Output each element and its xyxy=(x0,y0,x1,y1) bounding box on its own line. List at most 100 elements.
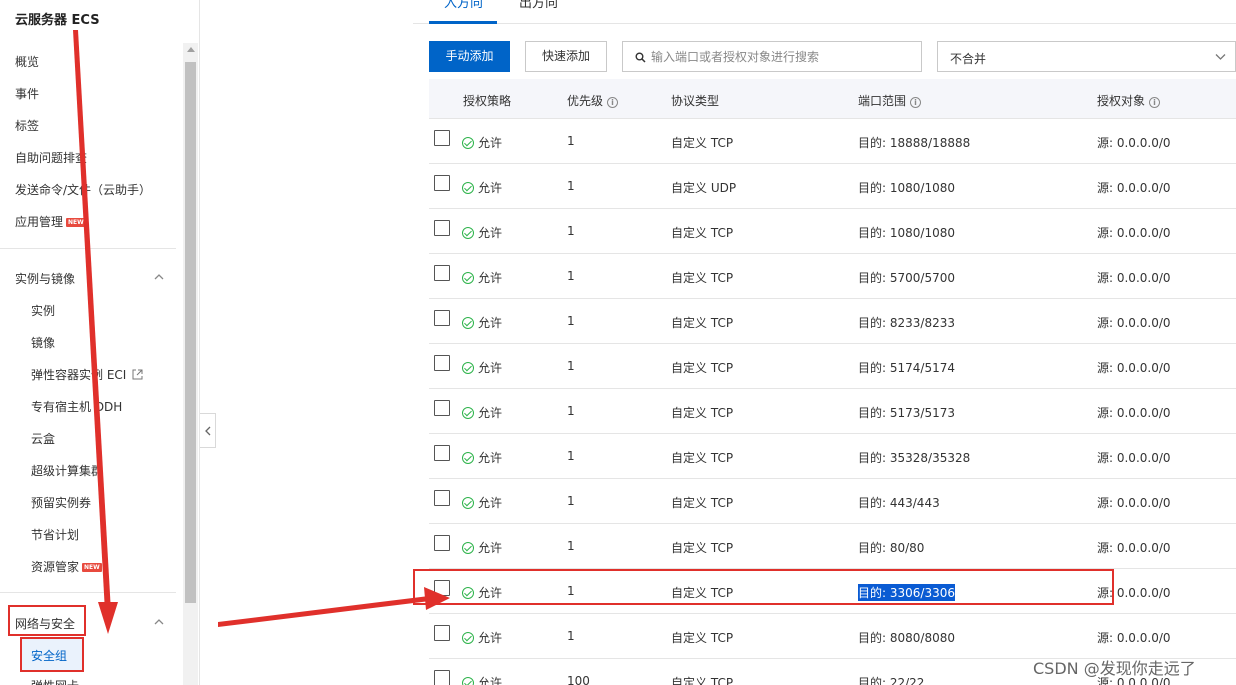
search-box xyxy=(622,41,922,72)
row-checkbox[interactable] xyxy=(434,130,450,146)
sidebar-item-resource-manager[interactable]: 资源管家 NEW xyxy=(31,558,102,575)
sidebar-divider xyxy=(0,248,176,249)
auth-object-cell: 源: 0.0.0.0/0 xyxy=(1097,136,1171,150)
sidebar-item-cloudbox[interactable]: 云盒 xyxy=(31,430,55,447)
sidebar-scrollbar-thumb[interactable] xyxy=(185,62,196,603)
sidebar-item-app-management[interactable]: 应用管理 NEW xyxy=(15,213,86,230)
policy-cell: 允许 xyxy=(462,539,502,556)
table-row: 允许 1 自定义 TCP 目的: 5173/5173 源: 0.0.0.0/0 xyxy=(429,389,1236,434)
watermark: CSDN @发现你走远了 xyxy=(1033,659,1196,678)
port-range-cell: 目的: 443/443 xyxy=(858,496,940,510)
column-header-label: 优先级 xyxy=(567,94,604,108)
check-circle-icon xyxy=(462,497,474,509)
auth-object-cell: 源: 0.0.0.0/0 xyxy=(1097,451,1171,465)
scroll-up-arrow-icon[interactable] xyxy=(187,47,195,52)
table-row: 允许 1 自定义 TCP 目的: 18888/18888 源: 0.0.0.0/0 xyxy=(429,119,1236,164)
column-header-priority: 优先级 i xyxy=(567,92,619,109)
check-circle-icon xyxy=(462,362,474,374)
priority-cell: 1 xyxy=(567,539,575,553)
chevron-up-icon[interactable] xyxy=(154,272,164,282)
port-range-cell: 目的: 22/22 xyxy=(858,676,925,685)
merge-select[interactable]: 不合并 xyxy=(937,41,1236,72)
policy-cell: 允许 xyxy=(462,449,502,466)
sidebar-item-overview[interactable]: 概览 xyxy=(15,53,39,70)
chevron-up-icon[interactable] xyxy=(154,617,164,627)
new-badge: NEW xyxy=(66,218,86,227)
collapse-sidebar-button[interactable] xyxy=(200,413,216,448)
check-circle-icon xyxy=(462,407,474,419)
sidebar-item-tags[interactable]: 标签 xyxy=(15,117,39,134)
table-row: 允许 1 自定义 TCP 目的: 443/443 源: 0.0.0.0/0 xyxy=(429,479,1236,524)
info-icon[interactable]: i xyxy=(1149,97,1161,108)
info-icon[interactable]: i xyxy=(910,97,922,108)
sidebar-item-events[interactable]: 事件 xyxy=(15,85,39,102)
row-checkbox[interactable] xyxy=(434,310,450,326)
sidebar-divider xyxy=(0,592,176,593)
tab-inbound[interactable]: 入方向 xyxy=(444,0,483,11)
row-checkbox[interactable] xyxy=(434,175,450,191)
row-checkbox[interactable] xyxy=(434,355,450,371)
auth-object-cell: 源: 0.0.0.0/0 xyxy=(1097,406,1171,420)
sidebar-group-instances[interactable]: 实例与镜像 xyxy=(15,270,75,287)
table-row: 允许 1 自定义 UDP 目的: 1080/1080 源: 0.0.0.0/0 xyxy=(429,164,1236,209)
sidebar-item-images[interactable]: 镜像 xyxy=(31,334,55,351)
sidebar: 云服务器 ECS 概览 事件 标签 自助问题排查 发送命令/文件（云助手） 应用… xyxy=(0,0,182,685)
check-circle-icon xyxy=(462,227,474,239)
row-checkbox[interactable] xyxy=(434,535,450,551)
policy-label: 允许 xyxy=(478,496,503,510)
search-input[interactable] xyxy=(651,47,911,67)
column-header-policy: 授权策略 xyxy=(463,94,512,108)
column-header-auth-object: 授权对象 i xyxy=(1097,92,1161,109)
sidebar-item-hpc[interactable]: 超级计算集群 xyxy=(31,462,103,479)
protocol-cell: 自定义 TCP xyxy=(671,136,734,150)
row-checkbox[interactable] xyxy=(434,220,450,236)
policy-label: 允许 xyxy=(478,541,503,555)
row-checkbox[interactable] xyxy=(434,400,450,416)
sidebar-border xyxy=(199,0,200,685)
table-row: 允许 1 自定义 TCP 目的: 8080/8080 源: 0.0.0.0/0 xyxy=(429,614,1236,659)
auth-object-cell: 源: 0.0.0.0/0 xyxy=(1097,631,1171,645)
protocol-cell: 自定义 TCP xyxy=(671,316,734,330)
row-checkbox[interactable] xyxy=(434,625,450,641)
priority-cell: 1 xyxy=(567,359,575,373)
protocol-cell: 自定义 TCP xyxy=(671,226,734,240)
auth-object-cell: 源: 0.0.0.0/0 xyxy=(1097,541,1171,555)
port-range-cell: 目的: 18888/18888 xyxy=(858,136,971,150)
sidebar-item-troubleshoot[interactable]: 自助问题排查 xyxy=(15,149,87,166)
chevron-left-icon xyxy=(205,426,211,436)
row-checkbox[interactable] xyxy=(434,670,450,685)
port-range-cell: 目的: 80/80 xyxy=(858,541,925,555)
port-range-cell: 目的: 5173/5173 xyxy=(858,406,955,420)
protocol-cell: 自定义 TCP xyxy=(671,406,734,420)
add-quick-button[interactable]: 快速添加 xyxy=(525,41,607,72)
policy-cell: 允许 xyxy=(462,314,502,331)
check-circle-icon xyxy=(462,137,474,149)
priority-cell: 1 xyxy=(567,494,575,508)
sidebar-item-savings-plan[interactable]: 节省计划 xyxy=(31,526,79,543)
tab-outbound[interactable]: 出方向 xyxy=(519,0,558,11)
sidebar-item-instances[interactable]: 实例 xyxy=(31,302,55,319)
sidebar-item-ddh[interactable]: 专有宿主机 DDH xyxy=(31,398,122,415)
info-icon[interactable]: i xyxy=(607,97,619,108)
row-checkbox[interactable] xyxy=(434,445,450,461)
chevron-down-icon xyxy=(1215,54,1226,60)
check-circle-icon xyxy=(462,677,474,685)
policy-cell: 允许 xyxy=(462,404,502,421)
sidebar-item-eci[interactable]: 弹性容器实例 ECI xyxy=(31,366,143,383)
sidebar-item-eni[interactable]: 弹性网卡 xyxy=(31,677,79,685)
sidebar-item-cloud-assistant[interactable]: 发送命令/文件（云助手） xyxy=(15,181,151,198)
search-icon xyxy=(635,52,646,63)
sidebar-item-reserved[interactable]: 预留实例券 xyxy=(31,494,91,511)
add-manual-button[interactable]: 手动添加 xyxy=(429,41,510,72)
priority-cell: 1 xyxy=(567,449,575,463)
row-checkbox[interactable] xyxy=(434,490,450,506)
annotation-box-row xyxy=(413,569,1114,605)
policy-cell: 允许 xyxy=(462,359,502,376)
check-circle-icon xyxy=(462,317,474,329)
policy-label: 允许 xyxy=(478,676,503,685)
row-checkbox[interactable] xyxy=(434,265,450,281)
priority-cell: 1 xyxy=(567,314,575,328)
column-header-label: 端口范围 xyxy=(858,94,907,108)
policy-cell: 允许 xyxy=(462,224,502,241)
policy-cell: 允许 xyxy=(462,629,502,646)
